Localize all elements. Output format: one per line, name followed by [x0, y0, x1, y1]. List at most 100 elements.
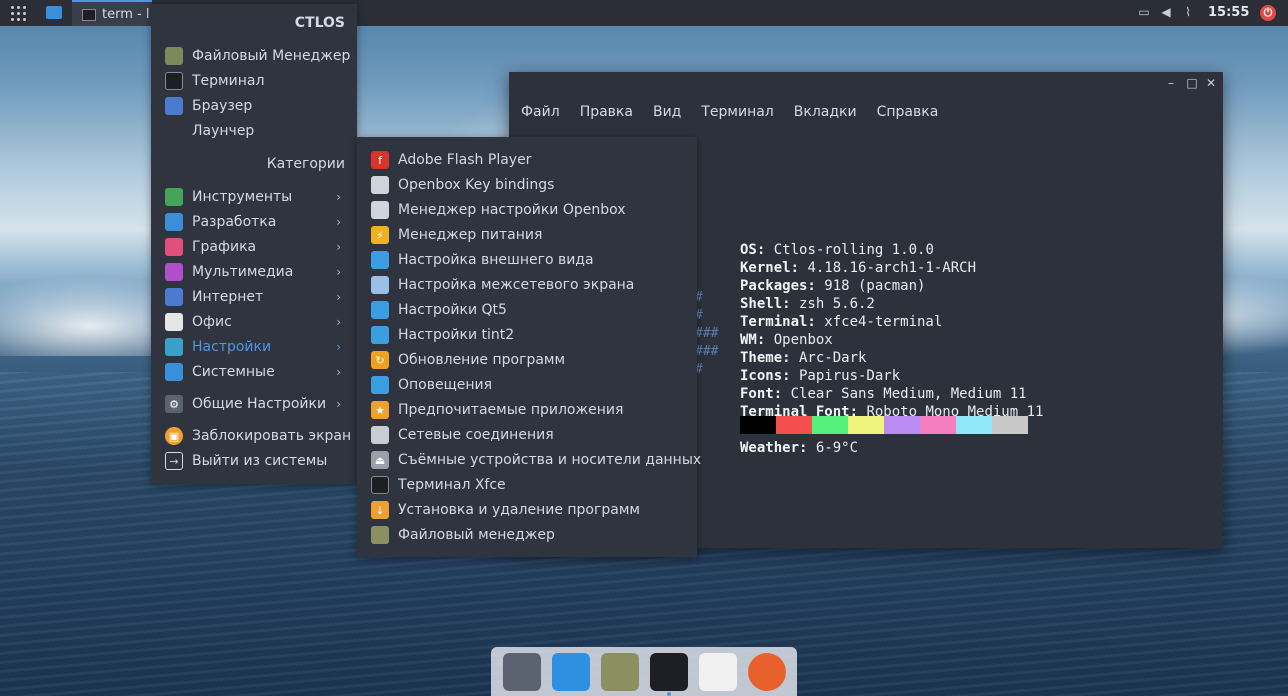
menu-edit[interactable]: Правка: [568, 100, 641, 124]
sysinfo-value: 918 (pacman): [815, 278, 926, 294]
submenu-item[interactable]: ↻ Обновление программ: [357, 348, 697, 372]
sysinfo-line: Shell: zsh 5.6.2: [740, 295, 875, 313]
menu-item-label: Разработка: [192, 214, 277, 230]
office-icon: [165, 313, 183, 331]
taskbar-item-label: term - live: [102, 7, 150, 22]
show-desktop-icon[interactable]: [46, 6, 62, 19]
menu-item-label: Графика: [192, 239, 257, 255]
submenu-item-label: Openbox Key bindings: [398, 177, 555, 193]
submenu-item[interactable]: Настройки Qt5: [357, 298, 697, 322]
palette-swatch: [812, 416, 848, 434]
menu-item-logout[interactable]: → Выйти из системы: [151, 449, 357, 473]
close-button[interactable]: ✕: [1204, 76, 1218, 90]
volume-icon[interactable]: ◀: [1159, 5, 1173, 19]
text-editor-icon[interactable]: [699, 652, 737, 691]
power-manager-icon: ⚡: [371, 226, 389, 244]
sysinfo-value: 6-9°C: [807, 440, 859, 456]
power-icon[interactable]: ⏻: [1260, 5, 1276, 21]
clock[interactable]: 15:55: [1208, 5, 1249, 20]
menu-item-label: Интернет: [192, 289, 264, 305]
menu-item-label: Выйти из системы: [192, 453, 328, 469]
submenu-item[interactable]: ⚡ Менеджер питания: [357, 223, 697, 247]
menu-item-label: Терминал: [192, 73, 265, 89]
sysinfo-value: 4.18.16-arch1-1-ARCH: [799, 260, 977, 276]
update-icon: ↻: [371, 351, 389, 369]
sysinfo-key: Icons:: [740, 368, 791, 384]
display-icon[interactable]: ▭: [1137, 5, 1151, 19]
terminal-menubar: Файл Правка Вид Терминал Вкладки Справка: [509, 100, 946, 124]
menu-help[interactable]: Справка: [865, 100, 947, 124]
submenu-item[interactable]: Openbox Key bindings: [357, 173, 697, 197]
menu-item-label: Инструменты: [192, 189, 293, 205]
submenu-item[interactable]: Файловый менеджер: [357, 523, 697, 547]
submenu-item[interactable]: ↓ Установка и удаление программ: [357, 498, 697, 522]
menu-category-development[interactable]: Разработка ›: [151, 210, 357, 234]
sysinfo-value: Clear Sans Medium, Medium 11: [782, 386, 1027, 402]
menu-category-multimedia[interactable]: Мультимедиа ›: [151, 260, 357, 284]
file-manager-icon[interactable]: [601, 652, 639, 691]
sysinfo-value: Arc-Dark: [790, 350, 867, 366]
sysinfo-value: Ctlos-rolling 1.0.0: [765, 242, 934, 258]
menu-item-label: Мультимедиа: [192, 264, 294, 280]
window-icon: [371, 176, 389, 194]
chevron-right-icon: ›: [336, 365, 341, 379]
settings-submenu: f Adobe Flash Player Openbox Key bindings М…: [357, 137, 701, 557]
chevron-right-icon: ›: [336, 315, 341, 329]
chevron-right-icon: ›: [336, 265, 341, 279]
menu-item-label: Системные: [192, 364, 275, 380]
attachment-icon[interactable]: ⌇: [1181, 5, 1195, 19]
terminal-icon: [82, 9, 96, 21]
submenu-item[interactable]: Настройка внешнего вида: [357, 248, 697, 272]
menu-terminal[interactable]: Терминал: [689, 100, 781, 124]
sysinfo-value: Openbox: [765, 332, 833, 348]
menu-item-launcher[interactable]: Лаунчер: [151, 119, 357, 143]
palette-swatch: [956, 416, 992, 434]
sysinfo-key: Terminal:: [740, 314, 816, 330]
submenu-item[interactable]: Терминал Xfce: [357, 473, 697, 497]
submenu-item[interactable]: Оповещения: [357, 373, 697, 397]
menu-category-system[interactable]: Системные ›: [151, 360, 357, 384]
submenu-item[interactable]: ⏏ Съёмные устройства и носители данных: [357, 448, 701, 472]
submenu-item[interactable]: f Adobe Flash Player: [357, 148, 697, 172]
menu-item-label: Лаунчер: [192, 123, 255, 139]
menu-item-browser[interactable]: Браузер: [151, 94, 357, 118]
sysinfo-line: Weather: 6-9°C: [740, 439, 858, 457]
submenu-item-label: Терминал Xfce: [398, 477, 506, 493]
gears-icon: ⚙: [165, 395, 183, 413]
chevron-right-icon: ›: [336, 240, 341, 254]
submenu-item[interactable]: Менеджер настройки Openbox: [357, 198, 697, 222]
file-manager-icon: [165, 47, 183, 65]
terminal-icon[interactable]: [650, 652, 688, 696]
qt-settings-icon: [371, 301, 389, 319]
menu-category-office[interactable]: Офис ›: [151, 310, 357, 334]
menu-item-general-settings[interactable]: ⚙ Общие Настройки ›: [151, 392, 357, 416]
menu-category-settings[interactable]: Настройки ›: [151, 335, 357, 359]
menu-category-graphics[interactable]: Графика ›: [151, 235, 357, 259]
menu-item-lock-screen[interactable]: ▣ Заблокировать экран: [151, 424, 357, 448]
menu-tabs[interactable]: Вкладки: [782, 100, 865, 124]
menu-category-tools[interactable]: Инструменты ›: [151, 185, 357, 209]
menu-item-terminal[interactable]: Терминал: [151, 69, 357, 93]
disk-utility-icon[interactable]: [503, 652, 541, 691]
submenu-item[interactable]: Настройка межсетевого экрана: [357, 273, 697, 297]
menu-file[interactable]: Файл: [509, 100, 568, 124]
menu-category-internet[interactable]: Интернет ›: [151, 285, 357, 309]
app-menu-button[interactable]: [8, 4, 28, 22]
sysinfo-key: Font:: [740, 386, 783, 402]
submenu-item-label: Настройка межсетевого экрана: [398, 277, 635, 293]
palette-swatch: [848, 416, 884, 434]
submenu-item[interactable]: ★ Предпочитаемые приложения: [357, 398, 697, 422]
menu-item-label: Общие Настройки: [192, 396, 327, 412]
minimize-button[interactable]: –: [1164, 76, 1178, 90]
menu-item-file-manager[interactable]: Файловый Менеджер: [151, 44, 357, 68]
submenu-item[interactable]: Настройки tint2: [357, 323, 697, 347]
firefox-icon[interactable]: [748, 652, 786, 691]
maximize-button[interactable]: □: [1185, 76, 1199, 90]
install-icon: ↓: [371, 501, 389, 519]
submenu-item[interactable]: Сетевые соединения: [357, 423, 697, 447]
taskbar-item-terminal[interactable]: term - live: [72, 0, 152, 26]
terminal-titlebar[interactable]: – □ ✕: [509, 72, 1223, 96]
sysinfo-key: Shell:: [740, 296, 791, 312]
downloader-icon[interactable]: [552, 652, 590, 691]
menu-view[interactable]: Вид: [641, 100, 689, 124]
